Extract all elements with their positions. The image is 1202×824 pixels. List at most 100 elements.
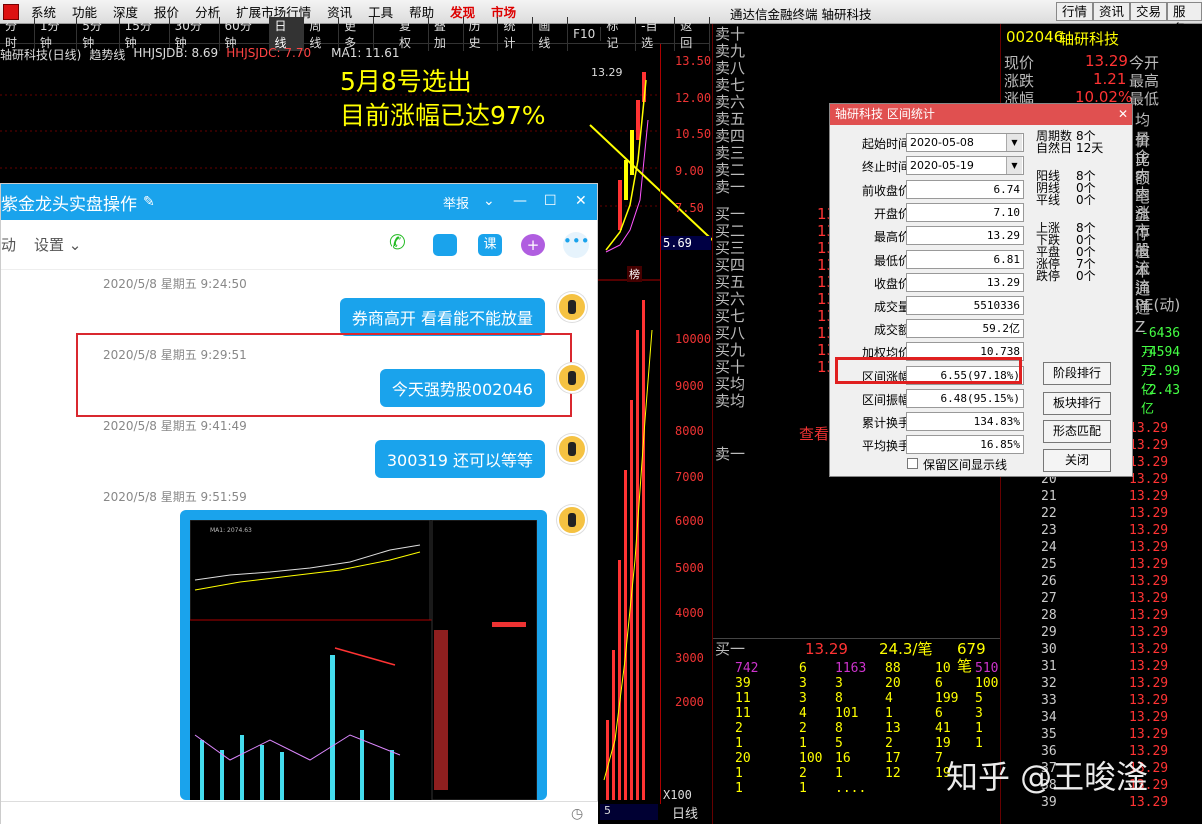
btn-f10[interactable]: F10 <box>568 27 602 41</box>
scroll-indicator[interactable]: 5 <box>600 804 658 820</box>
price-tick: 13.50 <box>675 54 712 68</box>
btn-huaxian[interactable]: 画线 <box>533 17 569 51</box>
message-bubble[interactable]: 300319 还可以等等 <box>374 440 545 478</box>
queue-cell: 4 <box>799 706 807 721</box>
tick-price: 13.29 <box>1129 438 1169 453</box>
stat-value: 0个 <box>1076 193 1096 207</box>
tick-price: 13.29 <box>1129 540 1169 555</box>
keep-lines-checkbox[interactable] <box>907 458 918 469</box>
field-label: 成交量 <box>873 300 910 314</box>
btn-fuwu[interactable]: 服务 <box>1167 2 1202 36</box>
period-toolbar: 分时 1分钟 5分钟 15分钟 30分钟 60分钟 日线 周线 更多 复权 叠加… <box>0 17 711 51</box>
volume-bar <box>612 650 615 800</box>
sell10-label: 卖十 <box>715 25 746 43</box>
tick-price: 13.29 <box>1129 455 1169 470</box>
add-icon[interactable]: + <box>521 234 545 256</box>
close-button[interactable]: 关闭 <box>1043 449 1111 472</box>
highlight-box <box>835 357 1022 384</box>
message-bubble[interactable]: 券商高开 看看能不能放量 <box>339 298 545 336</box>
field-value: 13.29 <box>906 226 1024 246</box>
stat-value: 0个 <box>1076 269 1096 283</box>
tool-left-label[interactable]: 动 <box>1 234 16 255</box>
btn-tongji[interactable]: 统计 <box>498 17 534 51</box>
buy10-label: 买十 <box>715 358 746 376</box>
btn-lishi[interactable]: 历史 <box>464 17 499 51</box>
pattern-match-button[interactable]: 形态匹配 <box>1043 420 1111 443</box>
tick-price: 13.29 <box>1129 710 1169 725</box>
stock-name: 轴研科技 <box>1059 30 1120 48</box>
tick-price: 13.29 <box>1129 693 1169 708</box>
volume-tick: 6000 <box>675 514 704 528</box>
phone-icon[interactable]: ✆ <box>389 230 413 254</box>
view-more-link[interactable]: 查看 <box>799 426 829 443</box>
video-call-icon[interactable] <box>433 234 457 256</box>
volume-bar <box>618 560 621 800</box>
avatar[interactable] <box>557 363 587 393</box>
indicator-name[interactable]: 趋势线 <box>89 46 125 62</box>
tick-price: 13.29 <box>1129 489 1169 504</box>
edit-icon[interactable]: ✎ <box>143 194 155 210</box>
queue-cell: 5 <box>835 736 843 751</box>
maximize-icon[interactable]: ☐ <box>544 193 557 209</box>
bottom-tab-daily[interactable]: 日线 <box>672 803 698 822</box>
close-icon[interactable]: ✕ <box>575 193 587 209</box>
sell3-label: 卖三 <box>715 144 746 162</box>
btn-biaoji[interactable]: 标记 <box>601 17 637 51</box>
queue-cell: 1163 <box>835 661 867 676</box>
screenshot-message[interactable]: MA1: 2074.63 <box>180 510 547 801</box>
btn-diejia[interactable]: 叠加 <box>429 17 464 51</box>
minimize-icon[interactable]: — <box>513 193 527 209</box>
queue-cell: 17 <box>885 751 901 766</box>
indicator-hhjsjdc: HHJSJDC: 7.70 <box>226 46 312 60</box>
settings-menu[interactable]: 设置 ⌄ <box>34 234 81 255</box>
volume-bar <box>606 720 609 800</box>
screenshot-thumbnail: MA1: 2074.63 <box>189 519 538 801</box>
volume-tick: 8000 <box>675 424 704 438</box>
queue-cell: 39 <box>735 676 751 691</box>
queue-cell: 8 <box>835 691 843 706</box>
queue-cell: 13 <box>885 721 901 736</box>
sell4-label: 卖四 <box>715 127 746 145</box>
queue-cell: 100 <box>799 751 823 766</box>
course-icon[interactable]: 课 <box>478 234 502 256</box>
btn-zixun[interactable]: 资讯 <box>1093 2 1131 21</box>
stock-name-period: 轴研科技(日线) <box>0 48 82 62</box>
sell8-label: 卖八 <box>715 59 746 77</box>
avatar[interactable] <box>557 505 587 535</box>
avatar[interactable] <box>557 292 587 322</box>
chat-window: 紫金龙头实盘操作 ✎ 举报 ⌄ — ☐ ✕ 动 设置 ⌄ ✆ 课 + ••• 2… <box>0 183 598 824</box>
volume-unit: X100 <box>663 788 692 802</box>
queue-cell: 3 <box>799 691 807 706</box>
report-link[interactable]: 举报 <box>443 193 469 212</box>
queue-cell: 11 <box>735 706 751 721</box>
queue-cell: 2 <box>799 721 807 736</box>
chat-input-bar[interactable] <box>1 801 598 824</box>
queue-cell: 2 <box>885 736 893 751</box>
more-icon[interactable]: ••• <box>563 232 590 258</box>
queue-cell: 12 <box>885 766 901 781</box>
indicator-info-row: 轴研科技(日线) 趋势线 HHJSJDB: 8.69 HHJSJDC: 7.70… <box>0 46 400 62</box>
field-label: 收盘价 <box>873 276 910 291</box>
queue-cell: 3 <box>799 676 807 691</box>
btn-hangqing[interactable]: 行情 <box>1056 2 1094 21</box>
btn-jiaoyi[interactable]: 交易 <box>1130 2 1168 21</box>
tick-price: 13.29 <box>1129 625 1169 640</box>
queue-cell: 5 <box>975 691 983 706</box>
indicator-ma1: MA1: 11.61 <box>331 46 400 60</box>
buy3-label: 买三 <box>715 239 746 257</box>
stage-rank-button[interactable]: 阶段排行 <box>1043 362 1111 385</box>
sector-rank-button[interactable]: 板块排行 <box>1043 392 1111 415</box>
avatar[interactable] <box>557 434 587 464</box>
clock-icon[interactable]: ◷ <box>571 806 583 822</box>
tick-price: 13.29 <box>1129 421 1169 436</box>
start-time-select[interactable]: 2020-05-08 <box>906 133 1024 152</box>
dialog-close-icon[interactable]: ✕ <box>1118 104 1128 125</box>
queue-cell: 510 <box>975 661 999 676</box>
chevron-down-icon[interactable]: ⌄ <box>483 193 495 209</box>
message-bubble[interactable]: 今天强势股002046 <box>379 369 545 407</box>
tick-price: 13.29 <box>1129 591 1169 606</box>
field-value: 6.48(95.15%) <box>906 388 1024 408</box>
tick-index: 23 <box>1041 523 1057 538</box>
queue-cell: 2 <box>799 766 807 781</box>
end-time-select[interactable]: 2020-05-19 <box>906 156 1024 175</box>
